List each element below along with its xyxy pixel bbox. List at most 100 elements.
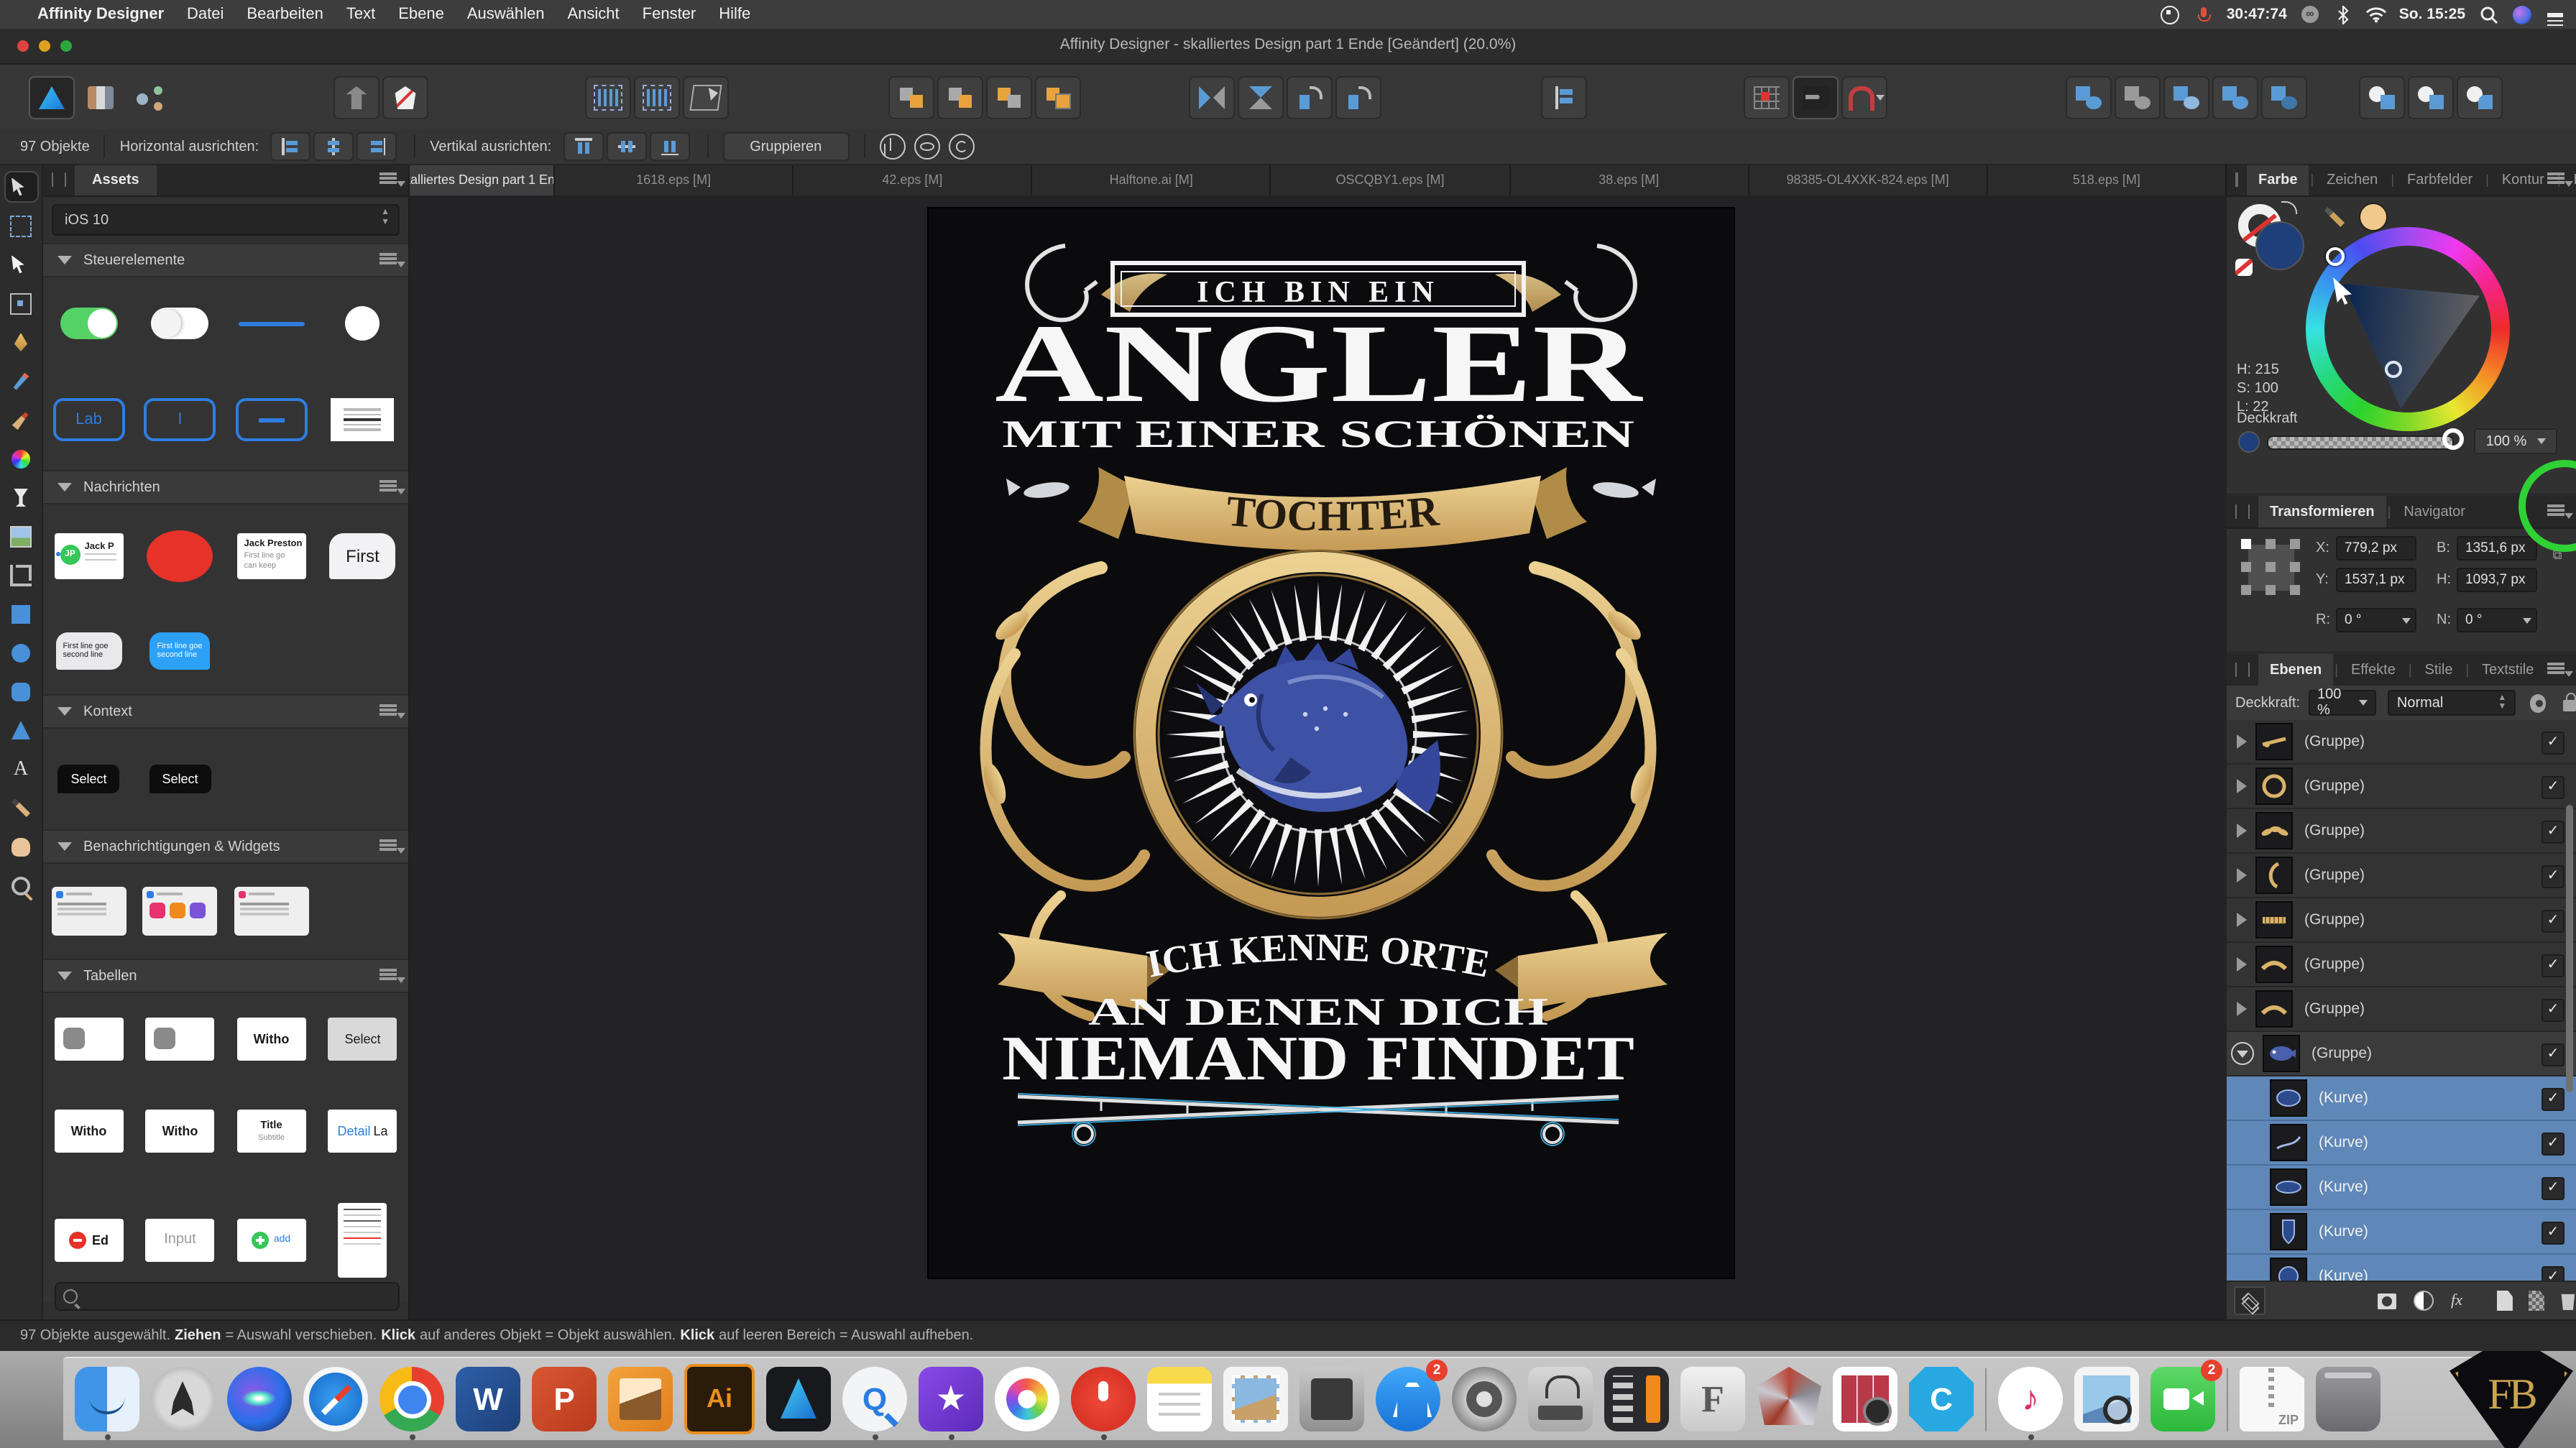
- insert-erase-button[interactable]: [382, 76, 428, 119]
- fill-swatch[interactable]: [2255, 221, 2304, 270]
- new-pixel-layer-icon[interactable]: [2529, 1291, 2544, 1311]
- layer-visibility-checkbox[interactable]: ✓: [2542, 1222, 2564, 1245]
- layer-name[interactable]: (Kurve): [2319, 1134, 2368, 1151]
- stop-record-icon[interactable]: [2161, 4, 2181, 24]
- bool-xor-button[interactable]: [2212, 76, 2258, 119]
- fill-tool[interactable]: [5, 444, 37, 473]
- tab-stile[interactable]: Stile: [2414, 654, 2465, 686]
- document-tab[interactable]: 42.eps [M]: [794, 164, 1032, 195]
- transform-origin-icon[interactable]: [879, 134, 905, 160]
- asset-item-red-ellipse[interactable]: [147, 530, 213, 581]
- eyedropper-icon[interactable]: [2324, 207, 2345, 227]
- rounded-rectangle-tool[interactable]: [5, 677, 37, 706]
- asset-item-toggle-off[interactable]: [152, 308, 209, 339]
- vector-crop-tool[interactable]: [5, 561, 37, 589]
- creative-cloud-icon[interactable]: ∞: [2300, 4, 2320, 24]
- bool-subtract-button[interactable]: [2115, 76, 2161, 119]
- place-image-tool[interactable]: [5, 522, 37, 550]
- tab-farbe[interactable]: Farbe: [2247, 164, 2309, 195]
- menu-item-datei[interactable]: Datei: [187, 6, 224, 23]
- layer-name[interactable]: (Kurve): [2319, 1179, 2368, 1196]
- assets-search-input[interactable]: [55, 1282, 400, 1311]
- document-tab[interactable]: 518.eps [M]: [1988, 164, 2227, 195]
- asset-section-header[interactable]: Steuerelemente: [43, 243, 408, 277]
- artboard[interactable]: ICH BIN EIN ANGLER MIT EINER SCHÖNEN: [929, 208, 1734, 1278]
- expand-icon[interactable]: [2237, 957, 2247, 972]
- layer-visibility-checkbox[interactable]: ✓: [2542, 999, 2564, 1022]
- wifi-icon[interactable]: [2366, 4, 2386, 24]
- align-top-button[interactable]: [563, 132, 603, 161]
- order-back-button[interactable]: [888, 76, 934, 119]
- pen-tool[interactable]: [5, 328, 37, 356]
- asset-item-cell-list[interactable]: [339, 1203, 387, 1278]
- layer-name[interactable]: (Gruppe): [2312, 1045, 2372, 1062]
- asset-item-cell-text[interactable]: Witho: [55, 1110, 124, 1153]
- dock-app-fontbook[interactable]: F: [1680, 1367, 1745, 1431]
- layer-name[interactable]: (Kurve): [2319, 1223, 2368, 1240]
- menubar-app-name[interactable]: Affinity Designer: [37, 6, 164, 23]
- grid-large-button[interactable]: [634, 76, 680, 119]
- delete-layer-icon[interactable]: [2560, 1291, 2576, 1310]
- view-tool[interactable]: [5, 832, 37, 861]
- transparency-tool[interactable]: [5, 483, 37, 512]
- align-center-button[interactable]: [313, 132, 354, 161]
- assets-tab[interactable]: Assets: [75, 164, 157, 195]
- order-backward-button[interactable]: [937, 76, 983, 119]
- dock-app-affinity[interactable]: [766, 1367, 831, 1431]
- expand-icon[interactable]: [2237, 868, 2247, 882]
- layer-visibility-checkbox[interactable]: ✓: [2542, 732, 2564, 755]
- assets-menu-icon[interactable]: [380, 172, 397, 185]
- dock-app-quicktime[interactable]: Q: [842, 1367, 907, 1431]
- dock-app-photos[interactable]: [995, 1367, 1059, 1431]
- asset-item-cell-select[interactable]: Select: [328, 1018, 397, 1061]
- align-left-button[interactable]: [270, 132, 310, 161]
- layers-scrollbar[interactable]: [2566, 805, 2573, 1092]
- affinity-logo-button[interactable]: [29, 76, 75, 119]
- dock-app-finder[interactable]: [75, 1367, 139, 1431]
- asset-item-field-dash[interactable]: [236, 398, 308, 441]
- asset-item-field[interactable]: l: [144, 398, 216, 441]
- bool-intersect-button[interactable]: [2163, 76, 2209, 119]
- section-menu-icon[interactable]: [380, 480, 397, 493]
- dock-app-notes[interactable]: [1147, 1367, 1212, 1431]
- section-menu-icon[interactable]: [380, 704, 397, 717]
- asset-section-header[interactable]: Kontext: [43, 694, 408, 729]
- asset-item-field[interactable]: Lab: [53, 398, 125, 441]
- bool-add-button[interactable]: [2066, 76, 2112, 119]
- tab-effekte[interactable]: Effekte: [2340, 654, 2407, 686]
- assets-category-select[interactable]: iOS 10 ▲▼: [52, 204, 400, 236]
- layer-visibility-checkbox[interactable]: ✓: [2542, 1133, 2564, 1156]
- insert-inside-button[interactable]: [2408, 76, 2454, 119]
- layer-visibility-checkbox[interactable]: ✓: [2542, 1043, 2564, 1066]
- dock-app-safari[interactable]: [303, 1367, 368, 1431]
- asset-item-knob[interactable]: [346, 306, 380, 341]
- transform-input-r[interactable]: 0 °: [2336, 608, 2416, 632]
- transform-input-n[interactable]: 0 °: [2457, 608, 2537, 632]
- asset-item-cell-gray[interactable]: [55, 1018, 124, 1061]
- bool-divide-button[interactable]: [2261, 76, 2307, 119]
- layer-row[interactable]: (Gruppe) ✓: [2227, 1032, 2576, 1076]
- dock-app-photobooth[interactable]: [1833, 1367, 1898, 1431]
- opacity-value-field[interactable]: 100 %: [2474, 428, 2557, 454]
- grid-edit-button[interactable]: [683, 76, 729, 119]
- layer-visibility-checkbox[interactable]: ✓: [2542, 910, 2564, 933]
- asset-item-cell-ed[interactable]: Ed: [55, 1219, 124, 1262]
- dock-app-trash[interactable]: [2316, 1367, 2380, 1431]
- fill-stroke-swatches[interactable]: [2238, 204, 2304, 270]
- dock-app-zip[interactable]: ZIP: [2240, 1367, 2304, 1431]
- document-tab[interactable]: skalliertes Design part 1 En...: [410, 164, 555, 195]
- asset-item-picker-list[interactable]: [331, 398, 395, 441]
- ellipse-tool[interactable]: [5, 638, 37, 667]
- asset-item-bubble-first[interactable]: First: [330, 532, 396, 578]
- zoom-tool[interactable]: [5, 871, 37, 900]
- asset-item-bubble-gray[interactable]: First line goesecond line: [56, 632, 122, 669]
- asset-item-bubble-blue[interactable]: First line goesecond line: [150, 632, 211, 669]
- asset-item-ctx-select[interactable]: Select: [58, 765, 119, 793]
- dock-app-imageeditor[interactable]: [608, 1367, 673, 1431]
- asset-item-slider-line[interactable]: [239, 321, 305, 326]
- layer-visibility-checkbox[interactable]: ✓: [2542, 1088, 2564, 1111]
- menu-item-text[interactable]: Text: [346, 6, 375, 23]
- expand-icon[interactable]: [2237, 824, 2247, 838]
- color-picker-tool[interactable]: [5, 793, 37, 822]
- expand-icon[interactable]: [2237, 779, 2247, 793]
